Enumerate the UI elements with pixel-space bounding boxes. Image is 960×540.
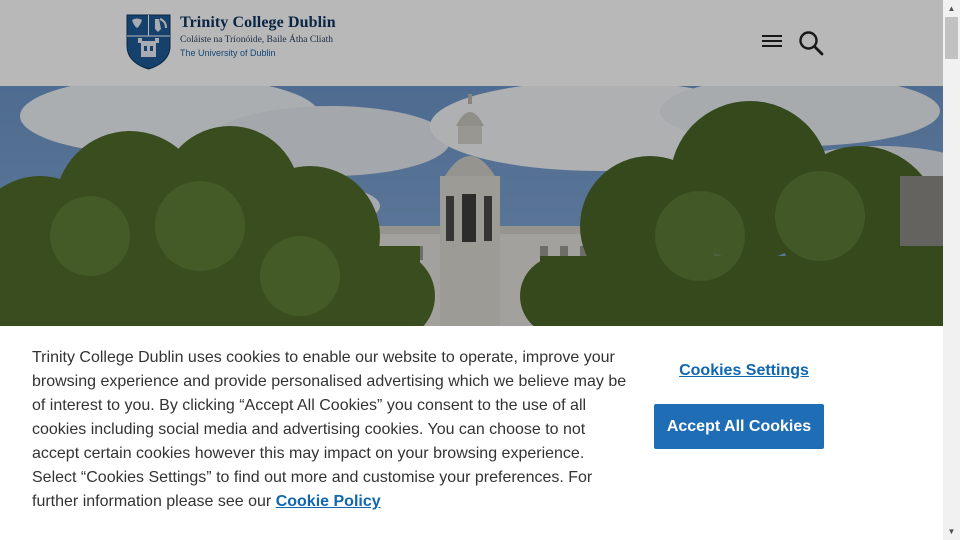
cookie-policy-link[interactable]: Cookie Policy xyxy=(276,493,381,510)
accept-all-cookies-button[interactable]: Accept All Cookies xyxy=(654,404,824,449)
hamburger-menu-icon[interactable] xyxy=(760,32,784,54)
vertical-scrollbar[interactable]: ▲ ▼ xyxy=(943,0,960,540)
page-viewport: Trinity College Dublin Coláiste na Tríon… xyxy=(0,0,943,540)
scrollbar-thumb[interactable] xyxy=(945,17,958,59)
scroll-down-arrow-icon[interactable]: ▼ xyxy=(943,523,960,540)
cookie-banner: Trinity College Dublin uses cookies to e… xyxy=(0,326,943,540)
logo-irish-name: Coláiste na Tríonóide, Baile Átha Cliath xyxy=(180,35,334,45)
scroll-up-arrow-icon[interactable]: ▲ xyxy=(943,0,960,17)
cookies-settings-button[interactable]: Cookies Settings xyxy=(654,362,834,380)
cookie-description: Trinity College Dublin uses cookies to e… xyxy=(32,349,627,510)
search-icon[interactable] xyxy=(797,29,825,57)
site-header: Trinity College Dublin Coláiste na Tríon… xyxy=(0,0,943,86)
cookie-banner-text: Trinity College Dublin uses cookies to e… xyxy=(32,346,632,514)
logo-subtitle: The University of Dublin xyxy=(180,48,276,58)
crest-icon xyxy=(126,14,171,70)
logo-text: Trinity College Dublin Coláiste na Tríon… xyxy=(180,14,336,60)
site-logo[interactable]: Trinity College Dublin Coláiste na Tríon… xyxy=(126,14,341,72)
logo-name: Trinity College Dublin xyxy=(180,14,336,31)
